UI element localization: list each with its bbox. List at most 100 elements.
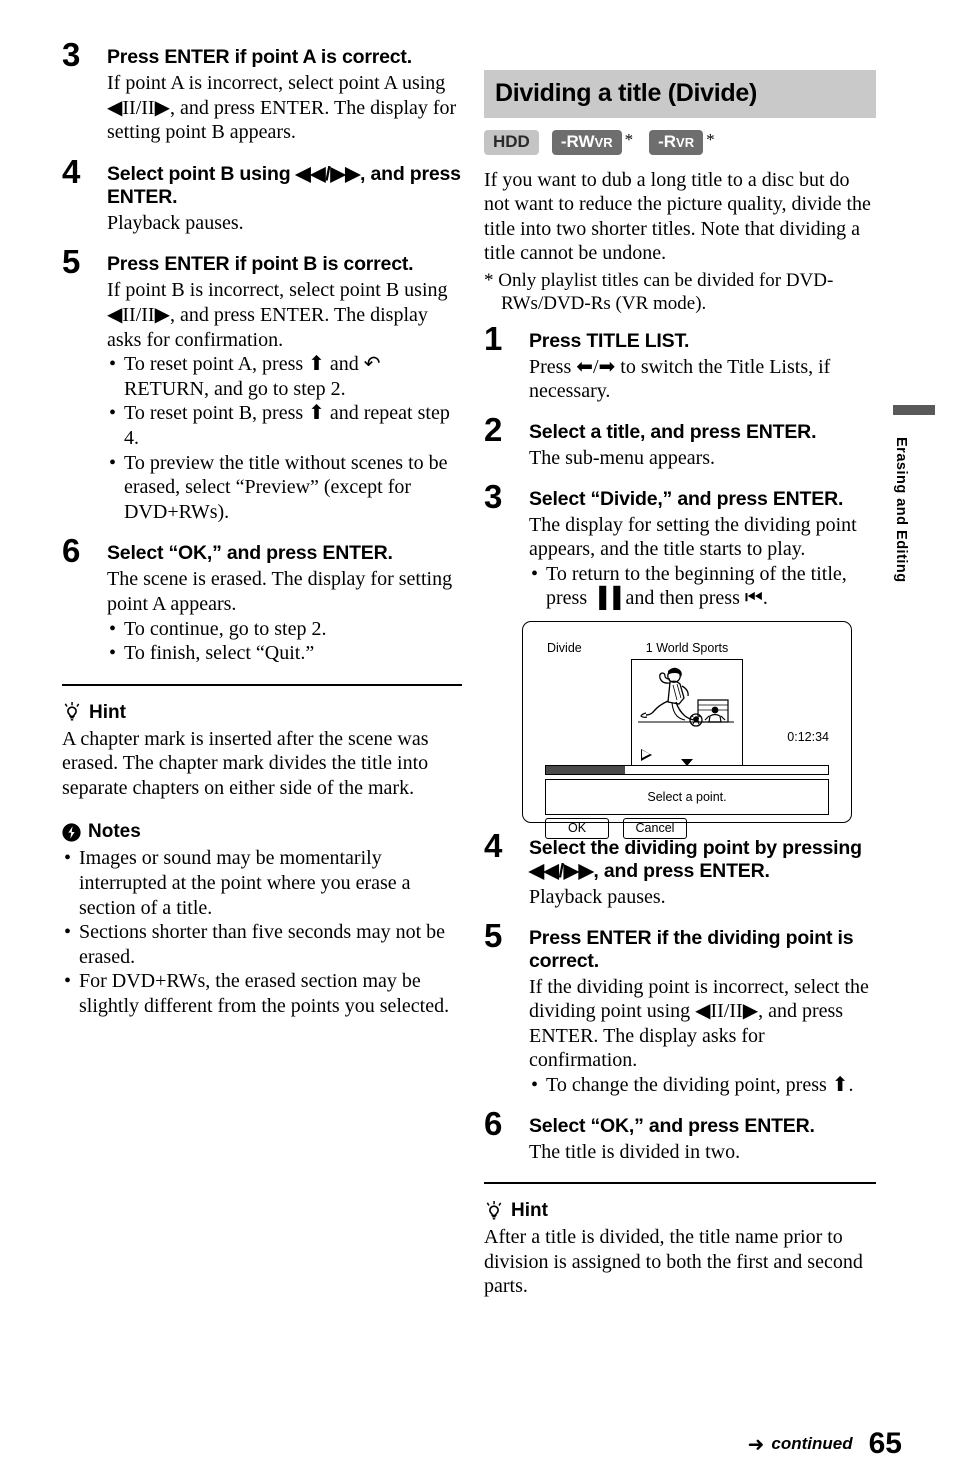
step-number: 5 (62, 243, 81, 281)
side-tab-bar (893, 405, 935, 415)
step-2-right: 2 Select a title, and press ENTER. The s… (484, 413, 876, 471)
progress-bar[interactable] (545, 765, 829, 776)
step-bullets: To change the dividing point, press ⬆. (529, 1073, 876, 1098)
step-6-left: 6 Select “OK,” and press ENTER. The scen… (62, 534, 462, 666)
badge-rw-vr: -RWVR (551, 130, 622, 155)
step-heading: Press TITLE LIST. (529, 329, 690, 352)
step-heading: Select “OK,” and press ENTER. (529, 1114, 815, 1137)
hint-body: After a title is divided, the title name… (484, 1226, 863, 1298)
timecode-label: 0:12:34 (787, 730, 829, 745)
step-bullets: To continue, go to step 2. To finish, se… (107, 617, 462, 666)
divider (484, 1182, 876, 1185)
badge-label: HDD (493, 132, 530, 151)
list-item: Sections shorter than five seconds may n… (62, 920, 462, 969)
step-heading: Press ENTER if the dividing point is cor… (529, 926, 854, 972)
step-heading: Press ENTER if point B is correct. (107, 253, 414, 276)
manual-page: 3 Press ENTER if point A is correct. If … (0, 0, 954, 1483)
list-item: To continue, go to step 2. (107, 617, 462, 642)
badge-label: -RW (560, 132, 595, 151)
side-tab-label: Erasing and Editing (893, 437, 909, 583)
tv-screen-illustration: Divide 1 World Sports 0:12:34 Select a p… (522, 621, 852, 840)
list-item: Images or sound may be momentarily inter… (62, 846, 462, 920)
notes-heading: Notes (62, 821, 462, 843)
asterisk-marker: * (706, 130, 715, 149)
screen-button-row: OK Cancel (545, 818, 687, 840)
step-1-right: 1 Press TITLE LIST. Press ⬅/➡ to switch … (484, 322, 876, 404)
cancel-button[interactable]: Cancel (623, 818, 687, 840)
badge-label: -R (658, 132, 677, 151)
progress-fill (546, 766, 625, 775)
lightbulb-icon (62, 702, 82, 723)
step-body: Press ⬅/➡ to switch the Title Lists, if … (529, 355, 831, 403)
step-bullets: To return to the beginning of the title,… (529, 562, 876, 611)
step-body: The title is divided in two. (529, 1140, 741, 1163)
badge-r-vr: -RVR (649, 130, 704, 155)
hint-block-left: Hint A chapter mark is inserted after th… (62, 702, 462, 801)
step-4-right: 4 Select the dividing point by pressing … (484, 829, 876, 910)
step-heading: Press ENTER if point A is correct. (107, 46, 412, 68)
hint-block-right: Hint After a title is divided, the title… (484, 1200, 876, 1299)
alert-circle-icon (62, 823, 81, 842)
media-badges: HDD -RWVR * -RVR * (484, 130, 876, 155)
step-4-left: 4 Select point B using ◀◀/▶▶, and press … (62, 155, 462, 236)
step-3-left: 3 Press ENTER if point A is correct. If … (62, 38, 462, 145)
hint-heading: Hint (62, 702, 462, 724)
step-heading: Select point B using ◀◀/▶▶, and press EN… (107, 162, 461, 208)
step-heading: Select “Divide,” and press ENTER. (529, 487, 844, 510)
step-body: If the dividing point is incorrect, sele… (529, 975, 869, 1072)
chapter-side-tab: Erasing and Editing (893, 405, 935, 583)
step-3-right: 3 Select “Divide,” and press ENTER. The … (484, 480, 876, 611)
lightbulb-icon (484, 1200, 504, 1222)
step-number: 1 (484, 319, 503, 357)
ok-button[interactable]: OK (545, 818, 609, 840)
step-body: The sub-menu appears. (529, 447, 716, 470)
badge-hdd: HDD (484, 130, 539, 155)
intro-paragraph: If you want to dub a long title to a dis… (484, 168, 871, 265)
step-number: 4 (484, 827, 503, 865)
step-body: If point A is incorrect, select point A … (107, 72, 457, 144)
dividing-point-marker[interactable] (681, 759, 693, 767)
notes-title: Notes (88, 821, 141, 843)
step-body: Playback pauses. (529, 886, 666, 909)
hint-title: Hint (89, 701, 126, 723)
play-icon-inner (642, 750, 650, 759)
page-number: 65 (868, 1427, 902, 1460)
list-item: To preview the title without scenes to b… (107, 451, 462, 525)
list-item: To reset point B, press ⬆ and repeat ste… (107, 401, 462, 450)
list-item: To reset point A, press ⬆ and ↶ RETURN, … (107, 352, 462, 401)
list-item: For DVD+RWs, the erased section may be s… (62, 969, 462, 1018)
step-number: 4 (62, 152, 81, 190)
divider (62, 683, 462, 686)
asterisk-marker: * (624, 130, 634, 149)
list-item: To return to the beginning of the title,… (529, 562, 876, 611)
message-text: Select a point. (647, 790, 727, 805)
step-5-left: 5 Press ENTER if point B is correct. If … (62, 245, 462, 524)
step-number: 3 (62, 36, 81, 73)
hint-body: A chapter mark is inserted after the sce… (62, 727, 429, 799)
step-heading: Select the dividing point by pressing ◀◀… (529, 837, 862, 883)
step-number: 6 (62, 532, 81, 570)
hint-heading: Hint (484, 1200, 876, 1222)
step-bullets: To reset point A, press ⬆ and ↶ RETURN, … (107, 352, 462, 524)
badge-sublabel: VR (594, 135, 613, 150)
step-body: Playback pauses. (107, 211, 244, 234)
step-heading: Select “OK,” and press ENTER. (107, 542, 393, 565)
step-number: 6 (484, 1104, 503, 1142)
video-thumbnail (631, 659, 743, 748)
list-item: To change the dividing point, press ⬆. (529, 1073, 876, 1098)
arrow-right-icon: ➜ (747, 1432, 765, 1456)
step-number: 2 (484, 411, 503, 449)
badge-sublabel: VR (676, 135, 695, 150)
message-box: Select a point. (545, 779, 829, 816)
step-body: If point B is incorrect, select point B … (107, 279, 448, 351)
section-title: Dividing a title (Divide) (484, 70, 876, 118)
left-column: 3 Press ENTER if point A is correct. If … (62, 38, 462, 1019)
list-item: To finish, select “Quit.” (107, 641, 462, 666)
step-5-right: 5 Press ENTER if the dividing point is c… (484, 919, 876, 1098)
page-footer: ➜ continued 65 (748, 1427, 902, 1461)
footnote: * Only playlist titles can be divided fo… (484, 269, 834, 314)
soccer-player-illustration (638, 667, 734, 727)
continued-label: continued (771, 1434, 853, 1453)
notes-list: Images or sound may be momentarily inter… (62, 846, 462, 1018)
step-6-right: 6 Select “OK,” and press ENTER. The titl… (484, 1107, 876, 1165)
